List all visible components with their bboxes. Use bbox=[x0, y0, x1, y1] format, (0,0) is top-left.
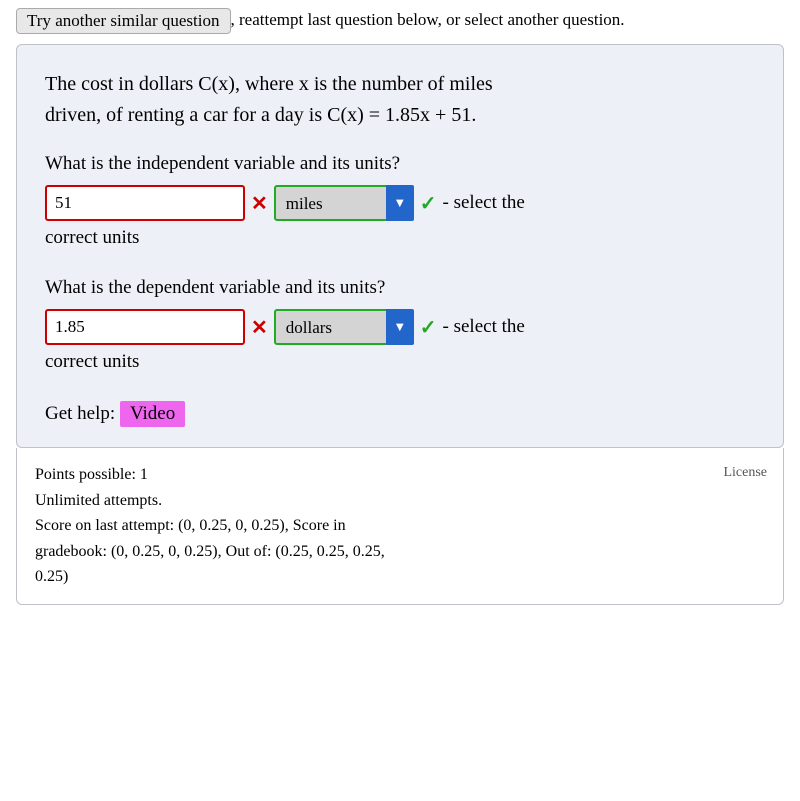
q2-input[interactable] bbox=[45, 309, 245, 345]
q2-unit-select[interactable]: dollars miles km hours bbox=[274, 309, 414, 345]
problem-line1: The cost in dollars C(x), where x is the… bbox=[45, 69, 755, 100]
q1-unit-select[interactable]: miles dollars km hours bbox=[274, 185, 414, 221]
q1-check-icon: ✓ bbox=[420, 191, 437, 216]
q1-suffix: - select the bbox=[443, 192, 525, 214]
gradebook-line: gradebook: (0, 0.25, 0, 0.25), Out of: (… bbox=[35, 539, 765, 565]
question-block-1: What is the independent variable and its… bbox=[45, 153, 755, 249]
q2-answer-row: ✕ dollars miles km hours ✓ - select the bbox=[45, 309, 755, 345]
get-help-label: Get help: bbox=[45, 403, 115, 424]
q1-answer-row: ✕ miles dollars km hours ✓ - select the bbox=[45, 185, 755, 221]
bottom-bar: License Points possible: 1 Unlimited att… bbox=[16, 448, 784, 605]
q1-label: What is the independent variable and its… bbox=[45, 153, 755, 175]
license-link[interactable]: License bbox=[723, 462, 767, 484]
score-line: Score on last attempt: (0, 0.25, 0, 0.25… bbox=[35, 513, 765, 539]
problem-text: The cost in dollars C(x), where x is the… bbox=[45, 69, 755, 131]
attempts-line: Unlimited attempts. bbox=[35, 488, 765, 514]
out-of-line: 0.25) bbox=[35, 564, 765, 590]
q1-input[interactable] bbox=[45, 185, 245, 221]
q2-error-icon: ✕ bbox=[251, 315, 268, 340]
q2-label: What is the dependent variable and its u… bbox=[45, 277, 755, 299]
q2-select-wrapper: dollars miles km hours bbox=[274, 309, 414, 345]
question-block-2: What is the dependent variable and its u… bbox=[45, 277, 755, 373]
top-bar: Try another similar question, reattempt … bbox=[0, 0, 800, 44]
q1-select-wrapper: miles dollars km hours bbox=[274, 185, 414, 221]
points-line: Points possible: 1 bbox=[35, 462, 765, 488]
q2-check-icon: ✓ bbox=[420, 315, 437, 340]
q2-suffix: - select the bbox=[443, 316, 525, 338]
main-card: The cost in dollars C(x), where x is the… bbox=[16, 44, 784, 448]
get-help-section: Get help: Video bbox=[45, 401, 755, 427]
video-button[interactable]: Video bbox=[120, 401, 185, 427]
q1-correct-units: correct units bbox=[45, 227, 755, 249]
problem-line2: driven, of renting a car for a day is C(… bbox=[45, 100, 755, 131]
try-another-button[interactable]: Try another similar question bbox=[16, 8, 231, 34]
q2-correct-units: correct units bbox=[45, 351, 755, 373]
q1-error-icon: ✕ bbox=[251, 191, 268, 216]
header-rest-text: , reattempt last question below, or sele… bbox=[231, 10, 625, 29]
